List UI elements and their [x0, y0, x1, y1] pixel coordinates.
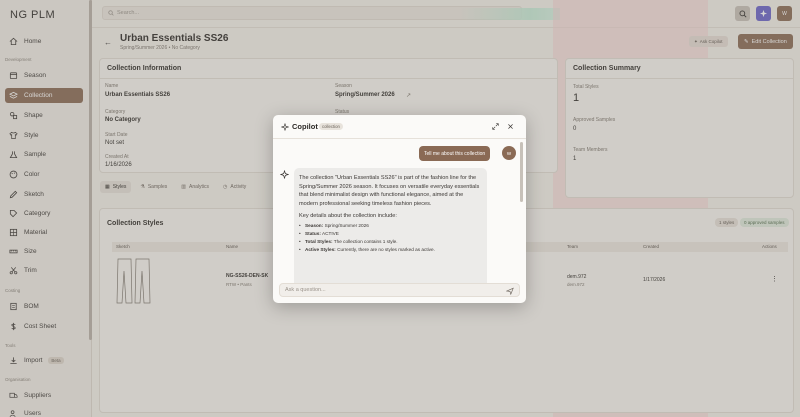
close-icon[interactable] — [506, 122, 515, 131]
detail-value: ACTIVE — [321, 231, 339, 237]
chat-input[interactable] — [285, 287, 495, 293]
send-icon[interactable] — [506, 287, 514, 295]
sparkle-icon — [281, 123, 289, 131]
dialog-title: Copilot — [292, 122, 318, 131]
list-item: Active Styles: Currently, there are no s… — [299, 246, 482, 254]
assistant-sparkle-icon — [280, 170, 289, 179]
copilot-dialog: Copilot collection Tell me about this co… — [273, 115, 526, 303]
user-message: Tell me about this collection — [419, 146, 491, 161]
detail-key: Season: — [305, 223, 324, 229]
user-avatar: W — [502, 146, 516, 160]
details-list: Season: Spring/Summer 2026 Status: ACTIV… — [299, 222, 482, 254]
details-lead: Key details about the collection include… — [299, 213, 397, 220]
detail-key: Status: — [305, 231, 321, 237]
dialog-header: Copilot collection — [273, 115, 526, 139]
chat-scrollbar[interactable] — [520, 142, 523, 202]
detail-value: The collection contains 1 style. — [333, 239, 398, 245]
detail-key: Active Styles: — [305, 247, 336, 253]
assistant-message: The collection "Urban Essentials SS26" i… — [294, 168, 487, 288]
detail-value: Spring/Summer 2026 — [324, 223, 369, 229]
detail-value: Currently, there are no styles marked as… — [337, 247, 435, 253]
list-item: Total Styles: The collection contains 1 … — [299, 238, 482, 246]
list-item: Status: ACTIVE — [299, 230, 482, 238]
expand-icon[interactable] — [491, 122, 500, 131]
context-tag: collection — [319, 123, 343, 130]
detail-key: Total Styles: — [305, 239, 333, 245]
list-item: Season: Spring/Summer 2026 — [299, 222, 482, 230]
assistant-response-text: The collection "Urban Essentials SS26" i… — [299, 175, 480, 207]
chat-input-row — [279, 283, 520, 297]
